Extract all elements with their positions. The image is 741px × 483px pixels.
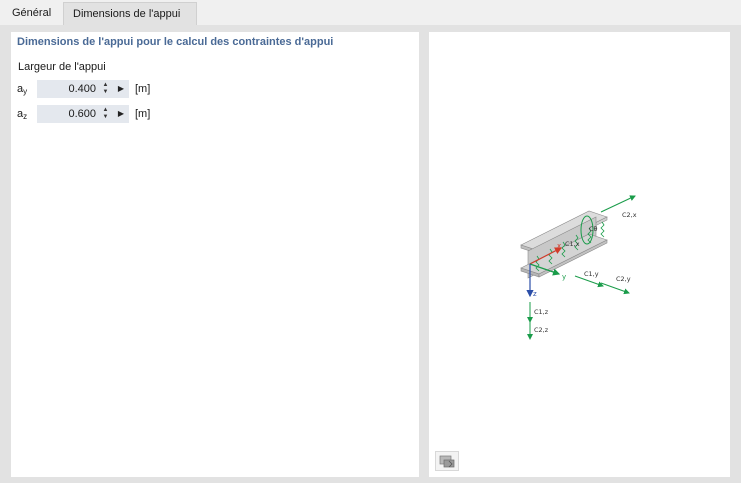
ay-expand-arrow-icon[interactable]: ▶: [118, 84, 124, 93]
z-axis-label: z: [533, 290, 537, 298]
row-az: az 0.600 ▲ ▼ ▶ [m]: [17, 105, 217, 123]
az-value: 0.600: [68, 108, 96, 120]
render-options-button[interactable]: [435, 451, 459, 471]
tab-general[interactable]: Général: [3, 2, 63, 25]
group-label-largeur: Largeur de l'appui: [18, 61, 106, 73]
i-beam-shape: [520, 210, 608, 279]
c2x-arrow: [600, 195, 636, 213]
az-unit: [m]: [135, 108, 151, 120]
x-axis-label: x: [557, 242, 561, 250]
tab-dimensions-appui[interactable]: Dimensions de l'appui: [63, 2, 197, 25]
diagram-panel: x y z C2,x Cθ C1,x C1,y C2,y C1,z C2,z: [429, 32, 730, 477]
c1y-label: C1,y: [584, 270, 599, 278]
c1z-label: C1,z: [534, 308, 549, 316]
render-options-icon: [439, 455, 455, 468]
az-input[interactable]: 0.600 ▲ ▼ ▶: [37, 105, 129, 123]
c-theta-label: Cθ: [589, 225, 598, 233]
c1x-label: C1,x: [565, 240, 580, 248]
ay-value: 0.400: [68, 83, 96, 95]
section-title: Dimensions de l'appui pour le calcul des…: [17, 36, 334, 48]
ay-input[interactable]: 0.400 ▲ ▼ ▶: [37, 80, 129, 98]
c2z-label: C2,z: [534, 326, 549, 334]
c2x-label: C2,x: [622, 211, 637, 219]
az-expand-arrow-icon[interactable]: ▶: [118, 109, 124, 118]
ay-unit: [m]: [135, 83, 151, 95]
y-axis-label: y: [562, 273, 566, 281]
c2y-arrow: [600, 282, 630, 295]
c2y-label: C2,y: [616, 275, 631, 283]
az-spinner-icon[interactable]: ▲ ▼: [101, 107, 110, 121]
tab-bar: Général Dimensions de l'appui: [0, 0, 741, 25]
symbol-az: az: [17, 108, 28, 121]
ay-spinner-icon[interactable]: ▲ ▼: [101, 82, 110, 96]
row-ay: ay 0.400 ▲ ▼ ▶ [m]: [17, 80, 217, 98]
dimensions-panel: Dimensions de l'appui pour le calcul des…: [11, 32, 419, 477]
symbol-ay: ay: [17, 83, 28, 96]
support-diagram: x y z C2,x Cθ C1,x C1,y C2,y C1,z C2,z: [520, 195, 637, 340]
